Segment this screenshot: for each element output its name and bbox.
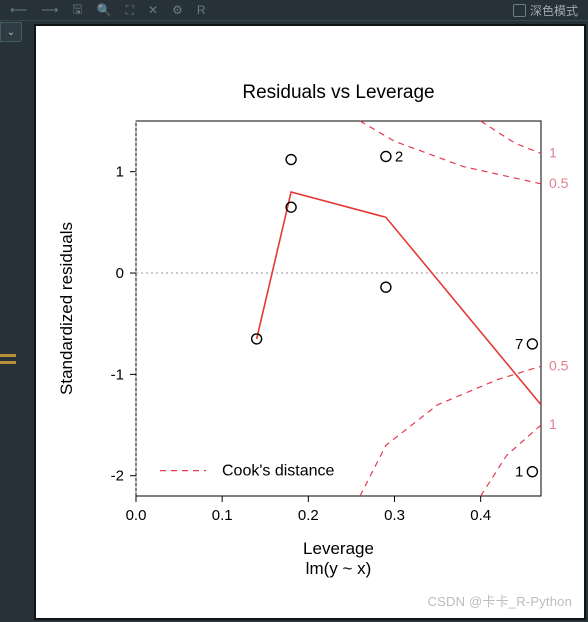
plot-area: Residuals vs Leverage -2 -1 0 1 0.0 0.1 0.2 0.3 0…: [34, 24, 586, 620]
lang-label: R: [197, 3, 206, 17]
nav-back-icon[interactable]: ⟵: [10, 3, 27, 17]
close-icon[interactable]: ✕: [148, 3, 158, 17]
svg-text:0.3: 0.3: [384, 507, 405, 524]
dark-mode-label: 深色模式: [530, 2, 578, 19]
svg-text:0.4: 0.4: [470, 507, 491, 524]
svg-text:1: 1: [549, 416, 557, 432]
residuals-leverage-chart: Residuals vs Leverage -2 -1 0 1 0.0 0.1 0.2 0.3 0…: [36, 26, 584, 618]
svg-text:0.1: 0.1: [212, 507, 233, 524]
svg-text:0.5: 0.5: [549, 175, 569, 191]
svg-text:0.0: 0.0: [126, 507, 147, 524]
svg-text:Standardized residuals: Standardized residuals: [57, 222, 76, 395]
svg-text:0.2: 0.2: [298, 507, 319, 524]
svg-text:7: 7: [515, 336, 523, 353]
dropdown-button[interactable]: ⌄: [0, 22, 22, 42]
watermark: CSDN @卡卡_R-Python: [428, 591, 572, 610]
nav-forward-icon[interactable]: ⟶: [41, 3, 58, 17]
dark-mode-checkbox[interactable]: [513, 4, 526, 17]
svg-text:Residuals vs Leverage: Residuals vs Leverage: [242, 82, 434, 103]
svg-text:-2: -2: [111, 468, 124, 485]
export-icon[interactable]: ⛶: [126, 3, 134, 18]
svg-text:Leverage: Leverage: [303, 539, 374, 558]
svg-text:1: 1: [549, 144, 557, 160]
svg-text:1: 1: [515, 464, 523, 481]
toolbar: ⟵ ⟶ 🖫 🔍 ⛶ ✕ ⚙ R 深色模式: [0, 0, 588, 21]
save-icon[interactable]: 🖫: [72, 0, 82, 21]
svg-text:2: 2: [395, 148, 403, 165]
svg-text:0: 0: [116, 265, 124, 282]
svg-text:lm(y ~ x): lm(y ~ x): [306, 559, 372, 578]
svg-text:-1: -1: [111, 366, 124, 383]
svg-text:0.5: 0.5: [549, 357, 569, 373]
zoom-icon[interactable]: 🔍: [97, 3, 112, 17]
side-markers: [0, 354, 16, 364]
settings-icon[interactable]: ⚙: [172, 3, 183, 17]
svg-text:1: 1: [116, 164, 124, 181]
svg-text:Cook's distance: Cook's distance: [222, 463, 335, 480]
